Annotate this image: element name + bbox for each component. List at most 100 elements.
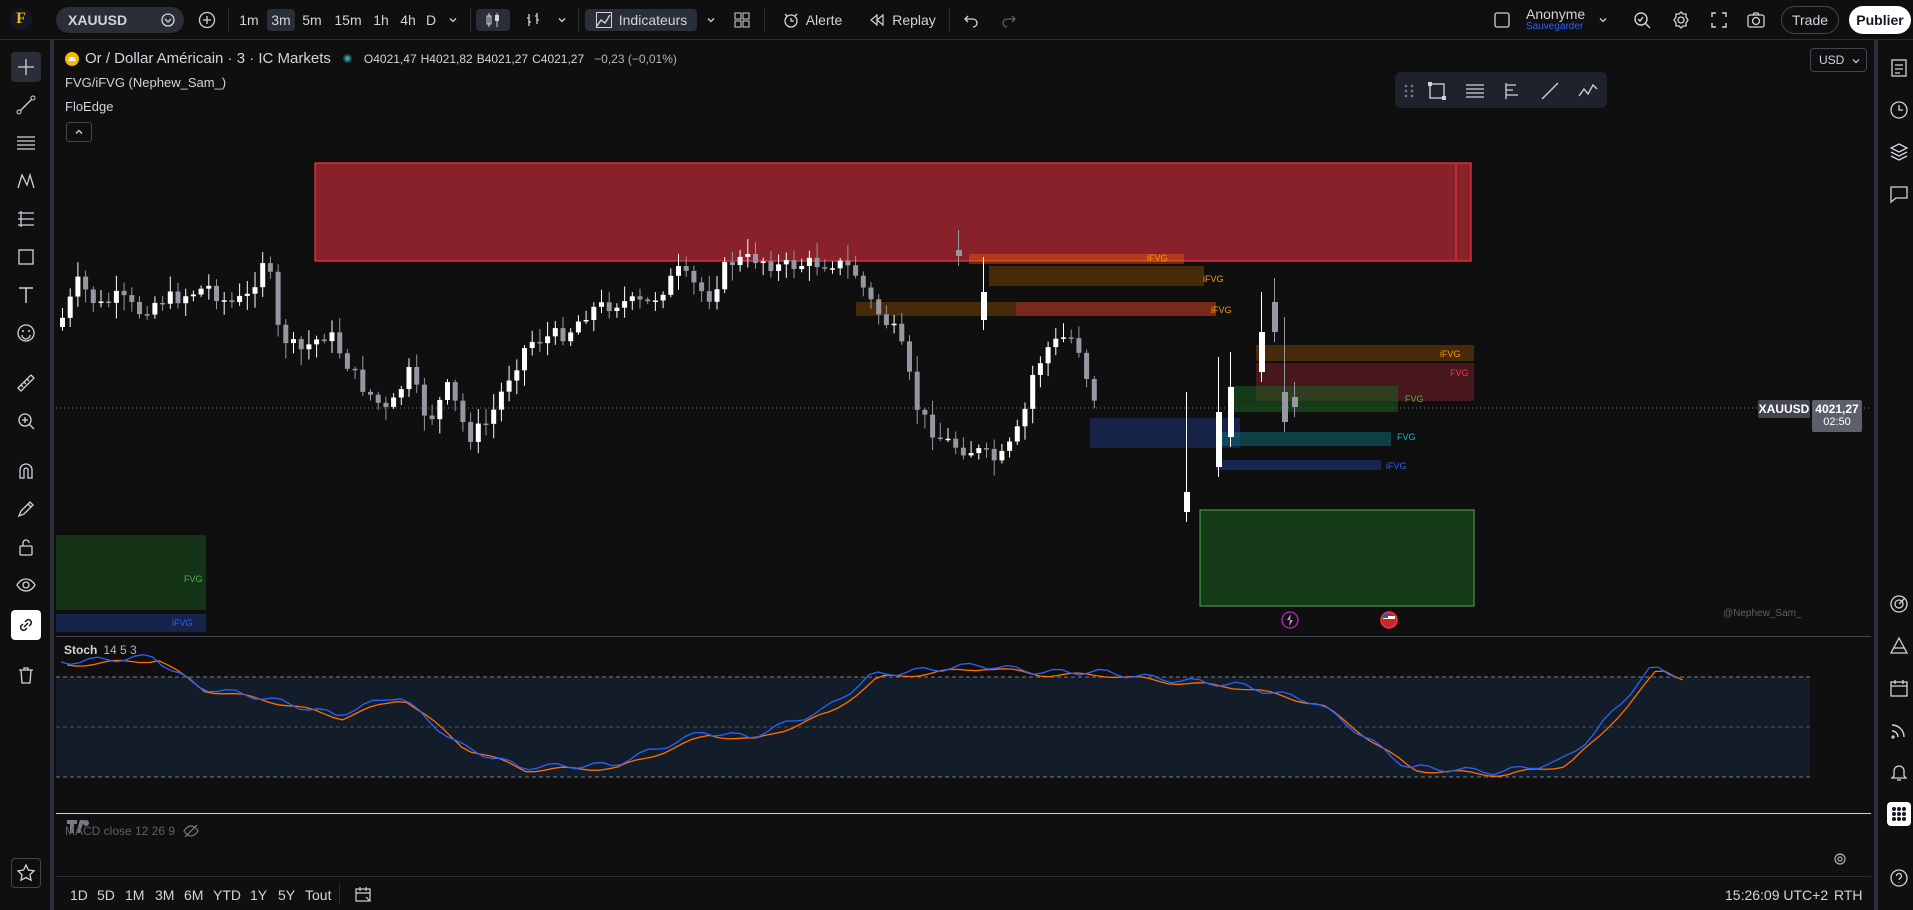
range-5y[interactable]: 5Y	[278, 887, 295, 903]
add-symbol-icon[interactable]	[196, 9, 218, 31]
rectangle-tool-icon[interactable]	[1426, 80, 1448, 102]
stoch-legend[interactable]: Stoch 14 5 3	[64, 643, 137, 657]
fvg-box-red-1[interactable]	[1016, 302, 1216, 316]
macd-legend[interactable]: MACD close 12 26 9	[65, 824, 199, 838]
replay-button[interactable]: Replay	[866, 9, 938, 31]
apps-grid-icon[interactable]	[1887, 802, 1911, 826]
range-all[interactable]: Tout	[305, 887, 331, 903]
macd-pane[interactable]: MACD close 12 26 9	[56, 813, 1871, 873]
text-tool-icon[interactable]	[11, 280, 41, 310]
indicator-legend-floedge[interactable]: FloEdge	[65, 99, 113, 114]
path-tool-icon[interactable]	[1577, 80, 1599, 102]
drag-handle-icon[interactable]	[1398, 80, 1420, 102]
crosshair-icon[interactable]	[11, 52, 41, 82]
timeframe-4h[interactable]: 4h	[396, 9, 420, 31]
currency-selector[interactable]: USD	[1810, 48, 1867, 72]
range-5d[interactable]: 5D	[97, 887, 115, 903]
range-3m[interactable]: 3M	[155, 887, 174, 903]
timeframe-3m[interactable]: 3m	[267, 9, 295, 31]
timeframe-15m[interactable]: 15m	[331, 9, 365, 31]
notifications-bell-icon[interactable]	[1887, 760, 1911, 784]
session-toggle[interactable]: RTH	[1834, 887, 1863, 903]
position-tool-icon[interactable]	[1501, 80, 1523, 102]
layout-square-icon[interactable]	[1490, 9, 1514, 31]
demand-zone[interactable]	[1199, 509, 1475, 607]
lock-icon[interactable]	[11, 532, 41, 562]
save-status[interactable]: Sauvegarder	[1526, 21, 1596, 33]
alerts-clock-icon[interactable]	[1887, 98, 1911, 122]
settings-gear-icon[interactable]	[1669, 9, 1693, 31]
watchlist-icon[interactable]	[1887, 56, 1911, 80]
trade-button[interactable]: Trade	[1781, 6, 1839, 34]
trend-line-icon[interactable]	[11, 90, 41, 120]
stochastic-pane[interactable]: Stoch 14 5 3	[56, 636, 1871, 812]
draw-lock-pencil-icon[interactable]	[11, 494, 41, 524]
timeframe-1m[interactable]: 1m	[236, 9, 262, 31]
price-chart[interactable]: iFVG iFVG iFVG iFVG FVG FVG FVG iFVG FVG…	[56, 42, 1871, 632]
undo-icon[interactable]	[960, 9, 982, 31]
fib-retracement-icon[interactable]	[11, 204, 41, 234]
trash-icon[interactable]	[11, 660, 41, 690]
calendar-icon[interactable]	[1887, 676, 1911, 700]
help-icon[interactable]	[1887, 866, 1911, 890]
logo-icon[interactable]: F	[10, 8, 32, 30]
timeframe-d[interactable]: D	[422, 9, 440, 31]
magnet-icon[interactable]	[11, 456, 41, 486]
zoom-in-icon[interactable]	[11, 406, 41, 436]
eye-icon[interactable]	[11, 570, 41, 600]
range-1d[interactable]: 1D	[70, 887, 88, 903]
fvg-box-green[interactable]	[1228, 386, 1398, 412]
layouts-icon[interactable]	[730, 9, 754, 31]
fullscreen-icon[interactable]	[1707, 9, 1731, 31]
redo-icon[interactable]	[998, 9, 1020, 31]
range-1m[interactable]: 1M	[125, 887, 144, 903]
zoom-search-icon[interactable]	[1630, 9, 1654, 31]
horizontal-ray-tool-icon[interactable]	[1464, 80, 1486, 102]
layers-icon[interactable]	[1887, 140, 1911, 164]
clock-time[interactable]: 15:26:09 UTC+2	[1725, 887, 1828, 903]
date-range-calendar-icon[interactable]	[354, 885, 372, 903]
candles-chart-type-icon[interactable]	[476, 9, 510, 31]
user-dropdown-icon[interactable]	[1594, 9, 1612, 31]
camera-snapshot-icon[interactable]	[1744, 9, 1768, 31]
collapse-legend-button[interactable]	[66, 122, 92, 142]
pane-settings-icon[interactable]	[1833, 852, 1847, 866]
user-menu[interactable]: Anonyme Sauvegarder	[1526, 7, 1596, 35]
ruler-icon[interactable]	[11, 368, 41, 398]
alert-button[interactable]: Alerte	[776, 9, 848, 31]
ifvg-box-2[interactable]	[989, 266, 1204, 286]
lightning-event-icon[interactable]	[1281, 611, 1299, 629]
rectangle-shape-icon[interactable]	[11, 242, 41, 272]
timeframe-5m[interactable]: 5m	[299, 9, 325, 31]
range-ytd[interactable]: YTD	[213, 887, 241, 903]
indicator-legend-fvg[interactable]: FVG/iFVG (Nephew_Sam_)	[65, 75, 226, 90]
supply-zone[interactable]	[314, 162, 1472, 262]
publish-button[interactable]: Publier	[1849, 6, 1911, 34]
target-icon[interactable]	[1887, 592, 1911, 616]
ideas-triangle-icon[interactable]	[1887, 634, 1911, 658]
stochastic-canvas[interactable]	[56, 637, 1871, 812]
range-6m[interactable]: 6M	[184, 887, 203, 903]
symbol-options-icon[interactable]	[160, 12, 176, 28]
timeframe-dropdown-icon[interactable]	[444, 9, 462, 31]
left-demand-zone[interactable]	[56, 535, 206, 610]
fvg-box-teal[interactable]	[1216, 432, 1391, 446]
indicators-dropdown-icon[interactable]	[702, 9, 720, 31]
ifvg-box-blue[interactable]	[1216, 460, 1381, 470]
range-1y[interactable]: 1Y	[250, 887, 267, 903]
line-tool-icon[interactable]	[1539, 80, 1561, 102]
broadcast-icon[interactable]	[1887, 718, 1911, 742]
hidden-eye-icon[interactable]	[183, 824, 199, 838]
link-icon[interactable]	[11, 610, 41, 640]
bar-chart-type-icon[interactable]	[520, 9, 546, 31]
favorites-star-icon[interactable]	[11, 858, 41, 888]
pattern-icon[interactable]	[11, 166, 41, 196]
chat-icon[interactable]	[1887, 182, 1911, 206]
horizontal-lines-icon[interactable]	[11, 128, 41, 158]
chart-type-dropdown-icon[interactable]	[553, 9, 571, 31]
indicators-button[interactable]: Indicateurs	[585, 9, 697, 31]
timeframe-1h[interactable]: 1h	[369, 9, 393, 31]
emoji-icon[interactable]	[11, 318, 41, 348]
symbol-search[interactable]: XAUUSD	[56, 7, 184, 33]
chart-canvas[interactable]: iFVG iFVG iFVG iFVG FVG FVG FVG iFVG FVG…	[56, 42, 1871, 632]
